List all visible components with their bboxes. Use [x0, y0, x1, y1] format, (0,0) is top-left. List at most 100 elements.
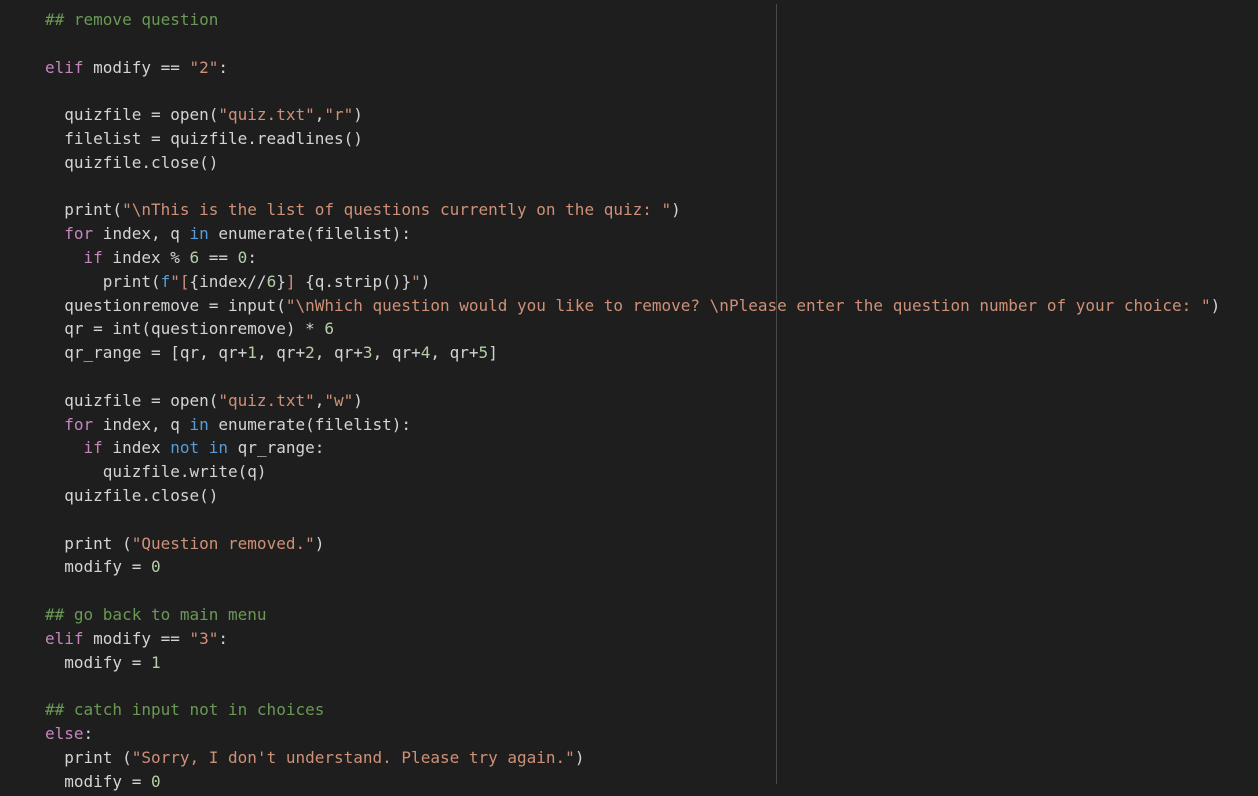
code-line[interactable]: quizfile.write(q): [45, 460, 1220, 484]
code-token: , qr+: [372, 343, 421, 363]
code-line[interactable]: quizfile.close(): [45, 151, 1220, 175]
code-token: index, q: [93, 224, 190, 244]
code-token: ): [574, 747, 585, 767]
code-token: ]: [488, 343, 498, 363]
code-token: ): [1210, 295, 1221, 315]
code-token: qr = int(questionremove) *: [45, 319, 325, 339]
code-line[interactable]: for index, q in enumerate(filelist):: [45, 222, 1220, 246]
code-token: , qr+: [430, 343, 479, 363]
code-token: modify ==: [83, 628, 190, 648]
code-token: 6: [266, 271, 277, 291]
code-line[interactable]: modify = 1: [45, 651, 1220, 675]
code-token: modify ==: [83, 57, 190, 77]
code-token: :: [218, 628, 229, 648]
code-line[interactable]: ## remove question: [45, 8, 1220, 32]
code-token: ## remove question: [45, 10, 219, 29]
code-token: in: [189, 224, 209, 244]
code-line[interactable]: [45, 365, 1220, 389]
code-line[interactable]: print ("Question removed."): [45, 532, 1220, 556]
code-token: 4: [420, 343, 431, 363]
code-token: print (: [45, 533, 132, 553]
code-token: "[: [170, 271, 190, 291]
code-line[interactable]: print("\nThis is the list of questions c…: [45, 198, 1220, 222]
code-token: , qr+: [256, 343, 306, 363]
code-token: ): [353, 390, 363, 410]
code-line[interactable]: quizfile = open("quiz.txt","r"): [45, 103, 1220, 127]
code-token: 1: [150, 652, 161, 672]
code-line[interactable]: [45, 508, 1220, 532]
code-token: not: [170, 438, 200, 458]
code-token: quizfile.close(): [45, 485, 219, 505]
code-line[interactable]: [45, 579, 1220, 603]
code-line[interactable]: ## catch input not in choices: [45, 698, 1220, 722]
code-token: ## catch input not in choices: [45, 700, 325, 720]
code-token: enumerate(filelist):: [208, 224, 412, 244]
code-token: }: [276, 271, 286, 291]
code-token: index, q: [93, 414, 190, 434]
code-token: {q.strip()}: [305, 271, 412, 291]
code-token: "2": [189, 57, 219, 77]
code-token: elif: [45, 57, 84, 77]
code-token: "r": [324, 105, 354, 125]
code-token: ): [420, 271, 431, 291]
code-token: ]: [285, 271, 306, 291]
code-line[interactable]: elif modify == "3":: [45, 627, 1220, 651]
code-token: ==: [199, 247, 238, 267]
code-editor[interactable]: ## remove question elif modify == "2": q…: [0, 0, 1258, 796]
code-token: ,: [314, 390, 325, 410]
code-token: , qr+: [314, 343, 363, 363]
code-token: 0: [237, 247, 248, 267]
code-line[interactable]: [45, 175, 1220, 199]
code-line[interactable]: [45, 79, 1220, 103]
code-line[interactable]: modify = 0: [45, 770, 1220, 794]
code-token: :: [247, 247, 257, 267]
code-token: else: [45, 723, 84, 743]
code-token: 6: [189, 247, 200, 267]
code-token: "Question removed.": [131, 533, 315, 553]
code-token: ): [314, 533, 325, 553]
code-line[interactable]: elif modify == "2":: [45, 56, 1220, 80]
code-token: 1: [247, 343, 257, 363]
code-line[interactable]: if index % 6 == 0:: [45, 246, 1220, 270]
code-token: enumerate(filelist):: [208, 414, 412, 434]
code-token: ": [411, 271, 421, 291]
code-line[interactable]: [45, 32, 1220, 56]
code-line[interactable]: filelist = quizfile.readlines(): [45, 127, 1220, 151]
code-token: quizfile = open(: [45, 390, 219, 410]
code-line[interactable]: [45, 674, 1220, 698]
code-line[interactable]: questionremove = input("\nWhich question…: [45, 294, 1220, 318]
code-line[interactable]: print(f"[{index//6}] {q.strip()}"): [45, 270, 1220, 294]
code-token: ): [353, 105, 363, 125]
code-token: "\nThis is the list of questions current…: [122, 200, 672, 220]
code-token: :: [83, 723, 94, 743]
code-line[interactable]: qr = int(questionremove) * 6: [45, 317, 1220, 341]
code-token: 2: [305, 343, 315, 363]
code-token: in: [189, 414, 209, 434]
code-line[interactable]: for index, q in enumerate(filelist):: [45, 413, 1220, 437]
code-token: "quiz.txt": [218, 390, 315, 410]
code-line[interactable]: print ("Sorry, I don't understand. Pleas…: [45, 746, 1220, 770]
code-line[interactable]: else:: [45, 722, 1220, 746]
code-token: 6: [324, 319, 334, 339]
code-token: {index//: [189, 271, 267, 291]
code-line[interactable]: if index not in qr_range:: [45, 436, 1220, 460]
code-token: modify =: [45, 652, 151, 672]
code-line[interactable]: qr_range = [qr, qr+1, qr+2, qr+3, qr+4, …: [45, 341, 1220, 365]
code-token: print(: [45, 271, 161, 291]
code-line[interactable]: quizfile = open("quiz.txt","w"): [45, 389, 1220, 413]
code-token: print (: [45, 747, 132, 767]
code-token: 0: [150, 557, 161, 577]
code-line[interactable]: ## go back to main menu: [45, 603, 1220, 627]
code-line[interactable]: modify = 0: [45, 555, 1220, 579]
code-token: "w": [324, 390, 354, 410]
code-token: 3: [362, 343, 373, 363]
code-line[interactable]: quizfile.close(): [45, 484, 1220, 508]
code-token: for: [64, 224, 94, 244]
code-area[interactable]: ## remove question elif modify == "2": q…: [45, 8, 1220, 793]
code-token: for: [64, 414, 94, 434]
